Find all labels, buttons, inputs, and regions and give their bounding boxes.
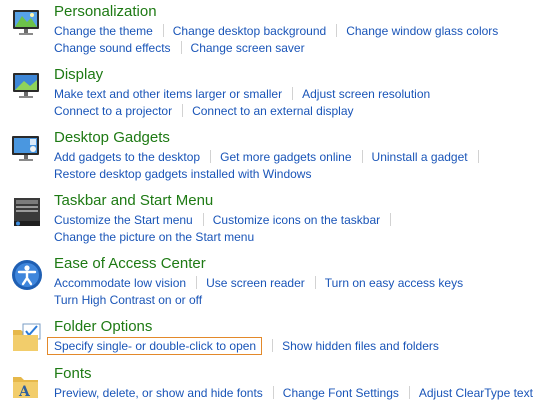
folder-options-icon[interactable]	[10, 321, 44, 355]
category-title[interactable]: Personalization	[54, 2, 157, 22]
separator	[196, 276, 198, 289]
category-title[interactable]: Ease of Access Center	[54, 254, 206, 274]
display-monitor-icon[interactable]	[10, 69, 44, 103]
ease-of-access-icon[interactable]	[10, 258, 44, 292]
specify-click-to-open-link[interactable]: Specify single- or double-click to open	[47, 337, 263, 355]
connect-projector-link[interactable]: Connect to a projector	[54, 104, 172, 118]
separator	[408, 386, 410, 399]
turn-on-easy-access-keys-link[interactable]: Turn on easy access keys	[325, 276, 463, 290]
category-title[interactable]: Display	[54, 65, 103, 85]
svg-text:A: A	[18, 384, 31, 400]
separator	[182, 104, 184, 117]
category-title[interactable]: Desktop Gadgets	[54, 128, 170, 148]
customize-taskbar-icons-link[interactable]: Customize icons on the taskbar	[213, 213, 380, 227]
separator	[361, 150, 363, 163]
separator	[292, 87, 294, 100]
connect-external-display-link[interactable]: Connect to an external display	[192, 104, 353, 118]
adjust-cleartype-link[interactable]: Adjust ClearType text	[419, 386, 533, 400]
desktop-gadgets-icon[interactable]	[10, 132, 44, 166]
personalization-monitor-icon[interactable]	[10, 6, 44, 40]
change-theme-link[interactable]: Change the theme	[54, 24, 153, 38]
show-hidden-files-link[interactable]: Show hidden files and folders	[282, 339, 439, 353]
preview-fonts-link[interactable]: Preview, delete, or show and hide fonts	[54, 386, 263, 400]
separator	[210, 150, 212, 163]
change-window-glass-colors-link[interactable]: Change window glass colors	[346, 24, 498, 38]
uninstall-gadget-link[interactable]: Uninstall a gadget	[372, 150, 468, 164]
separator	[272, 386, 274, 399]
change-screen-saver-link[interactable]: Change screen saver	[191, 41, 305, 55]
category-title[interactable]: Folder Options	[54, 317, 152, 337]
make-text-larger-link[interactable]: Make text and other items larger or smal…	[54, 87, 282, 101]
customize-start-menu-link[interactable]: Customize the Start menu	[54, 213, 193, 227]
category-title[interactable]: Taskbar and Start Menu	[54, 191, 213, 211]
category-title[interactable]: Fonts	[54, 364, 92, 384]
add-gadgets-link[interactable]: Add gadgets to the desktop	[54, 150, 200, 164]
change-sound-effects-link[interactable]: Change sound effects	[54, 41, 171, 55]
separator	[314, 276, 316, 289]
separator	[180, 41, 182, 54]
adjust-screen-resolution-link[interactable]: Adjust screen resolution	[302, 87, 430, 101]
change-start-menu-picture-link[interactable]: Change the picture on the Start menu	[54, 230, 254, 244]
separator	[390, 213, 392, 226]
get-more-gadgets-link[interactable]: Get more gadgets online	[220, 150, 351, 164]
separator	[477, 150, 479, 163]
restore-gadgets-link[interactable]: Restore desktop gadgets installed with W…	[54, 167, 311, 181]
use-screen-reader-link[interactable]: Use screen reader	[206, 276, 305, 290]
separator	[202, 213, 204, 226]
taskbar-start-menu-icon[interactable]	[10, 195, 44, 229]
accommodate-low-vision-link[interactable]: Accommodate low vision	[54, 276, 186, 290]
separator	[336, 24, 338, 37]
turn-high-contrast-link[interactable]: Turn High Contrast on or off	[54, 293, 202, 307]
separator	[162, 24, 164, 37]
fonts-folder-icon[interactable]: A	[10, 368, 44, 402]
change-desktop-background-link[interactable]: Change desktop background	[173, 24, 326, 38]
change-font-settings-link[interactable]: Change Font Settings	[283, 386, 399, 400]
separator	[272, 339, 274, 352]
